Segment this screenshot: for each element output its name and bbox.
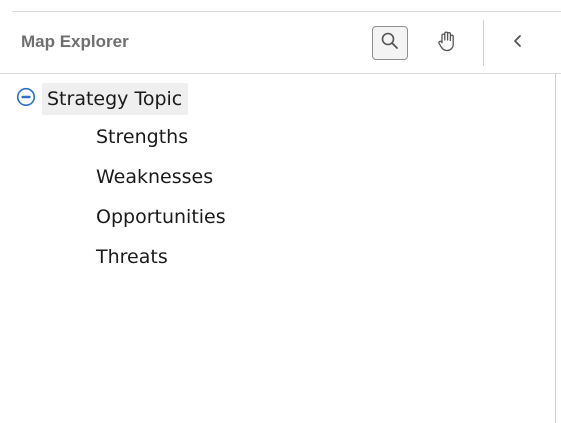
tree-item-threats[interactable]: Threats [96, 245, 168, 269]
chevron-left-icon [511, 33, 525, 53]
magnifier-icon [380, 31, 400, 55]
pan-button[interactable] [429, 26, 465, 60]
collapse-panel-button[interactable] [500, 26, 536, 60]
collapse-minus-circle-icon [16, 87, 36, 111]
search-button[interactable] [372, 26, 408, 60]
hand-icon [436, 29, 458, 57]
header-divider [0, 73, 561, 74]
tree-item-weaknesses[interactable]: Weaknesses [96, 165, 213, 189]
toolbar-separator [483, 20, 484, 66]
panel-title: Map Explorer [21, 32, 129, 51]
tree-root-row: Strategy Topic [15, 82, 189, 116]
panel-right-border [555, 73, 556, 423]
tree-item-strengths[interactable]: Strengths [96, 125, 188, 149]
collapse-toggle[interactable] [15, 87, 37, 111]
map-explorer-panel: Map Explorer Strategy Topic Strengths We… [0, 0, 561, 423]
tree-item-opportunities[interactable]: Opportunities [96, 205, 226, 229]
tree-root-label[interactable]: Strategy Topic [42, 83, 189, 115]
